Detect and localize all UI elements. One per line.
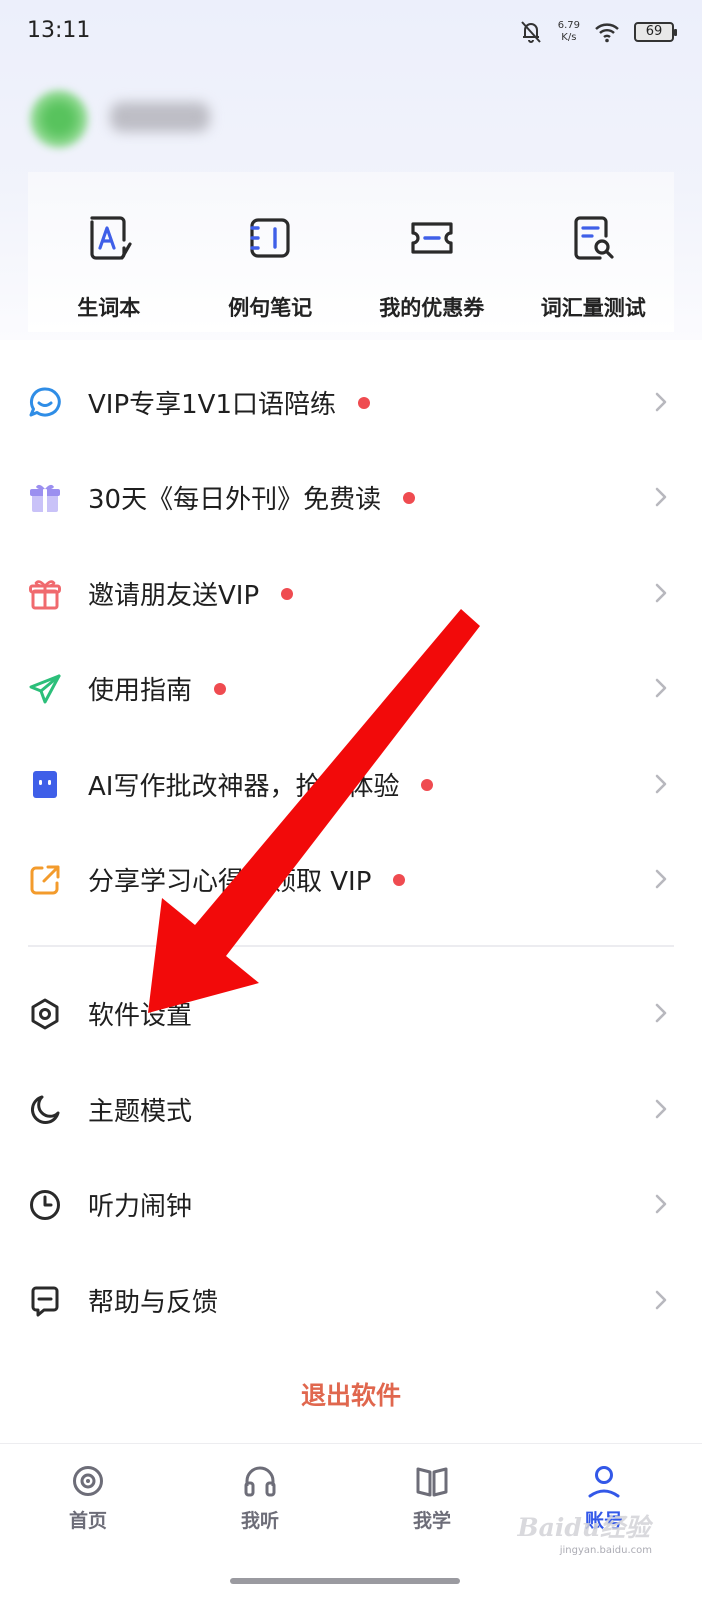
menu-item-text: 使用指南 <box>88 676 193 706</box>
chevron-right-icon <box>655 1099 667 1119</box>
username-blurred[interactable] <box>110 102 210 132</box>
menu-item-text: 听力闹钟 <box>88 1192 193 1222</box>
logout-button[interactable]: 退出软件 <box>0 1376 702 1412</box>
menu-item-label: 主题模式 <box>88 1091 192 1128</box>
chevron-right-icon <box>655 487 667 507</box>
chat-bubble-icon <box>29 387 61 417</box>
watermark: Baidu经验 <box>517 1513 650 1542</box>
vocab-test-icon <box>574 216 614 260</box>
account-icon <box>588 1466 620 1498</box>
network-speed-unit: K/s <box>561 32 577 43</box>
chevron-right-icon <box>655 392 667 412</box>
settings-hex-icon <box>31 998 59 1030</box>
menu-item-text: 帮助与反馈 <box>88 1288 219 1318</box>
share-icon <box>30 865 60 895</box>
paper-plane-icon <box>29 674 61 704</box>
coupon-icon <box>411 222 453 254</box>
chevron-right-icon <box>655 1003 667 1023</box>
menu-item-label: 30天《每日外刊》免费读 <box>88 479 416 516</box>
mute-bell-icon <box>520 21 541 43</box>
menu-item-user-guide[interactable]: 使用指南 <box>0 640 702 736</box>
menu-item-label: 使用指南 <box>88 670 227 707</box>
menu-item-text: 邀请朋友送VIP <box>88 581 260 611</box>
menu-item-text: 软件设置 <box>88 1001 193 1031</box>
chevron-right-icon <box>655 1290 667 1310</box>
gift-icon <box>29 580 61 610</box>
nav-label: 首页 <box>68 1510 107 1532</box>
network-speed-value: 6.79 <box>557 20 580 31</box>
headphones-icon <box>244 1466 276 1497</box>
tool-example-notes[interactable]: 例句笔记 <box>190 172 352 332</box>
menu-item-help-feedback[interactable]: 帮助与反馈 <box>0 1252 702 1348</box>
tool-coupons[interactable]: 我的优惠券 <box>351 172 513 332</box>
nav-label: 我听 <box>240 1510 279 1532</box>
menu-item-label: 邀请朋友送VIP <box>88 575 294 612</box>
menu-item-label: 听力闹钟 <box>88 1186 192 1223</box>
quick-tools: 生词本 例句笔记 我的优惠券 词汇量测试 <box>28 172 674 332</box>
avatar[interactable] <box>30 90 88 148</box>
menu-item-label: 分享学习心得，领取 VIP <box>88 861 406 898</box>
new-badge-dot <box>358 396 371 409</box>
home-indicator <box>230 1578 460 1584</box>
menu-item-daily-journal[interactable]: 30天《每日外刊》免费读 <box>0 449 702 545</box>
robot-icon <box>33 771 57 798</box>
chevron-right-icon <box>655 869 667 889</box>
menu-divider <box>28 945 674 947</box>
chevron-right-icon <box>655 1194 667 1214</box>
book-icon <box>416 1467 448 1497</box>
new-badge-dot <box>393 873 406 886</box>
moon-icon <box>30 1095 60 1125</box>
nav-listen[interactable]: 我听 <box>205 1462 315 1542</box>
network-speed: 6.79 K/s <box>558 20 580 44</box>
menu-item-ai-writing[interactable]: AI写作批改神器，抢先体验 <box>0 736 702 832</box>
menu-item-label: AI写作批改神器，抢先体验 <box>88 766 434 803</box>
tool-label: 词汇量测试 <box>540 296 646 320</box>
tool-label: 我的优惠券 <box>379 296 485 320</box>
nav-home[interactable]: 首页 <box>33 1462 143 1542</box>
new-badge-dot <box>214 682 227 695</box>
new-badge-dot <box>281 587 294 600</box>
nav-learn[interactable]: 我学 <box>377 1462 487 1542</box>
menu-item-label: 帮助与反馈 <box>88 1282 218 1319</box>
menu-item-text: 主题模式 <box>88 1097 193 1127</box>
menu-item-label: VIP专享1V1口语陪练 <box>88 384 371 421</box>
menu-item-listening-alarm[interactable]: 听力闹钟 <box>0 1156 702 1252</box>
nav-label: 我学 <box>412 1510 451 1532</box>
new-badge-dot <box>421 778 434 791</box>
watermark-url: jingyan.baidu.com <box>559 1545 652 1556</box>
tool-word-book[interactable]: 生词本 <box>28 172 190 332</box>
wifi-icon <box>595 23 619 43</box>
tool-vocab-test[interactable]: 词汇量测试 <box>513 172 675 332</box>
chevron-right-icon <box>655 774 667 794</box>
chevron-right-icon <box>655 678 667 698</box>
word-book-icon <box>90 216 132 260</box>
status-time: 13:11 <box>27 18 91 43</box>
menu-item-text: VIP专享1V1口语陪练 <box>88 390 337 420</box>
gift-box-icon <box>30 484 60 512</box>
menu-item-share-experience[interactable]: 分享学习心得，领取 VIP <box>0 831 702 927</box>
menu-item-text: 分享学习心得，领取 VIP <box>88 867 372 897</box>
status-bar: 13:11 6.79 K/s 69 <box>0 0 702 64</box>
menu-item-label: 软件设置 <box>88 995 192 1032</box>
menu-item-vip-speaking[interactable]: VIP专享1V1口语陪练 <box>0 354 702 450</box>
status-indicators: 6.79 K/s 69 <box>518 16 677 48</box>
new-badge-dot <box>403 491 416 504</box>
menu-item-invite-friends[interactable]: 邀请朋友送VIP <box>0 545 702 641</box>
home-icon <box>73 1466 103 1496</box>
tool-label: 例句笔记 <box>228 296 313 320</box>
feedback-icon <box>31 1286 59 1317</box>
menu-item-text: 30天《每日外刊》免费读 <box>88 485 382 515</box>
chevron-right-icon <box>655 583 667 603</box>
note-icon <box>250 218 290 258</box>
tool-label: 生词本 <box>77 296 141 320</box>
clock-icon <box>30 1190 60 1220</box>
menu-item-theme-mode[interactable]: 主题模式 <box>0 1061 702 1157</box>
battery-indicator: 69 <box>634 22 677 42</box>
menu-item-text: AI写作批改神器，抢先体验 <box>88 772 400 802</box>
menu-item-app-settings[interactable]: 软件设置 <box>0 965 702 1061</box>
